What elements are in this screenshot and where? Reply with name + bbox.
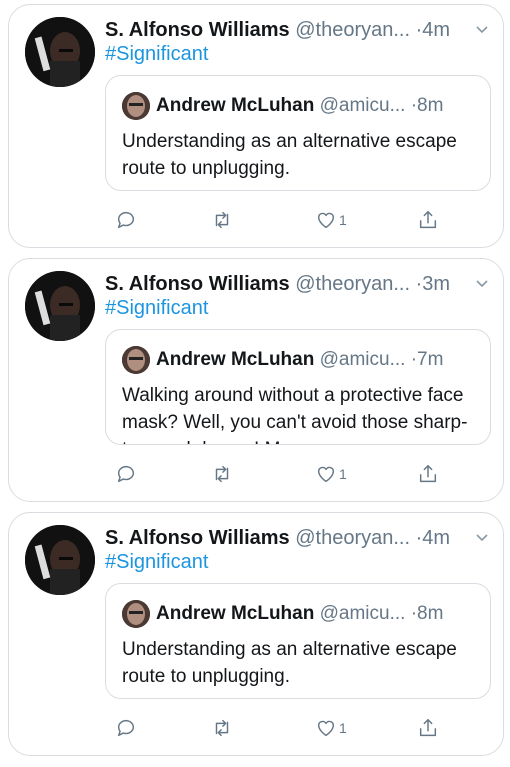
heart-icon bbox=[317, 720, 335, 737]
quote-avatar bbox=[122, 346, 150, 374]
quoted-tweet[interactable]: Andrew McLuhan @amicu... ·8m Understandi… bbox=[105, 583, 491, 699]
quote-author-name: Andrew McLuhan bbox=[156, 95, 315, 116]
tweet-header: S. Alfonso Williams @theoryan... ·4m bbox=[105, 15, 489, 45]
author-handle[interactable]: @theoryan... bbox=[295, 273, 410, 295]
retweet-icon bbox=[215, 211, 229, 229]
author-handle[interactable]: @theoryan... bbox=[295, 527, 410, 549]
tweet-card[interactable]: S. Alfonso Williams @theoryan... ·3m #Si… bbox=[8, 258, 504, 502]
heart-icon bbox=[317, 212, 335, 229]
like-count: 1 bbox=[339, 466, 347, 482]
quote-author-handle: @amicu... bbox=[319, 95, 406, 116]
author-name[interactable]: S. Alfonso Williams bbox=[105, 273, 290, 295]
quote-text: Understanding as an alternative escape r… bbox=[122, 131, 457, 179]
reply-icon bbox=[117, 211, 134, 229]
quote-text: Walking around without a protective face… bbox=[122, 385, 468, 444]
hashtag-link[interactable]: #Significant bbox=[105, 43, 208, 66]
avatar[interactable] bbox=[25, 271, 95, 341]
author-handle[interactable]: @theoryan... bbox=[295, 19, 410, 41]
tweet-header: S. Alfonso Williams @theoryan... ·4m bbox=[105, 523, 489, 553]
reply-button[interactable] bbox=[115, 205, 137, 235]
retweet-button[interactable] bbox=[211, 713, 233, 743]
tweet-card[interactable]: S. Alfonso Williams @theoryan... ·4m #Si… bbox=[8, 4, 504, 248]
like-count: 1 bbox=[339, 212, 347, 228]
quote-author-handle: @amicu... bbox=[319, 349, 406, 370]
quote-header: Andrew McLuhan @amicu... ·8m bbox=[156, 599, 443, 629]
chevron-down-icon[interactable] bbox=[475, 531, 489, 545]
hashtag-link[interactable]: #Significant bbox=[105, 551, 208, 574]
chevron-down-icon[interactable] bbox=[475, 277, 489, 291]
tweet-actions: 1 bbox=[105, 459, 491, 489]
chevron-down-icon[interactable] bbox=[475, 23, 489, 37]
quote-timestamp: 8m bbox=[417, 603, 444, 624]
quote-author-name: Andrew McLuhan bbox=[156, 603, 315, 624]
author-name[interactable]: S. Alfonso Williams bbox=[105, 19, 290, 41]
tweet-actions: 1 bbox=[105, 205, 491, 235]
quote-header: Andrew McLuhan @amicu... ·7m bbox=[156, 345, 443, 375]
share-button[interactable] bbox=[417, 205, 439, 235]
avatar[interactable] bbox=[25, 525, 95, 595]
quote-timestamp: 8m bbox=[417, 95, 444, 116]
quote-avatar bbox=[122, 600, 150, 628]
tweet-header: S. Alfonso Williams @theoryan... ·3m bbox=[105, 269, 489, 299]
quote-avatar bbox=[122, 92, 150, 120]
retweet-icon bbox=[215, 465, 229, 483]
reply-icon bbox=[117, 719, 134, 737]
quote-author-name: Andrew McLuhan bbox=[156, 349, 315, 370]
retweet-button[interactable] bbox=[211, 459, 233, 489]
tweet-card[interactable]: S. Alfonso Williams @theoryan... ·4m #Si… bbox=[8, 512, 504, 756]
reply-icon bbox=[117, 465, 134, 483]
share-button[interactable] bbox=[417, 459, 439, 489]
avatar[interactable] bbox=[25, 17, 95, 87]
share-icon bbox=[419, 211, 437, 229]
like-button[interactable]: 1 bbox=[315, 713, 347, 743]
timestamp[interactable]: 4m bbox=[422, 527, 450, 549]
timestamp[interactable]: 3m bbox=[422, 273, 450, 295]
quote-text: Understanding as an alternative escape r… bbox=[122, 639, 457, 687]
tweet-actions: 1 bbox=[105, 713, 491, 743]
retweet-button[interactable] bbox=[211, 205, 233, 235]
author-name[interactable]: S. Alfonso Williams bbox=[105, 527, 290, 549]
reply-button[interactable] bbox=[115, 459, 137, 489]
quote-timestamp: 7m bbox=[417, 349, 444, 370]
quote-author-handle: @amicu... bbox=[319, 603, 406, 624]
like-button[interactable]: 1 bbox=[315, 205, 347, 235]
timestamp[interactable]: 4m bbox=[422, 19, 450, 41]
share-icon bbox=[419, 719, 437, 737]
like-button[interactable]: 1 bbox=[315, 459, 347, 489]
quoted-tweet[interactable]: Andrew McLuhan @amicu... ·7m Walking aro… bbox=[105, 329, 491, 445]
heart-icon bbox=[317, 466, 335, 483]
quoted-tweet[interactable]: Andrew McLuhan @amicu... ·8m Understandi… bbox=[105, 75, 491, 191]
retweet-icon bbox=[215, 719, 229, 737]
reply-button[interactable] bbox=[115, 713, 137, 743]
hashtag-link[interactable]: #Significant bbox=[105, 297, 208, 320]
like-count: 1 bbox=[339, 720, 347, 736]
share-button[interactable] bbox=[417, 713, 439, 743]
share-icon bbox=[419, 465, 437, 483]
quote-header: Andrew McLuhan @amicu... ·8m bbox=[156, 91, 443, 121]
